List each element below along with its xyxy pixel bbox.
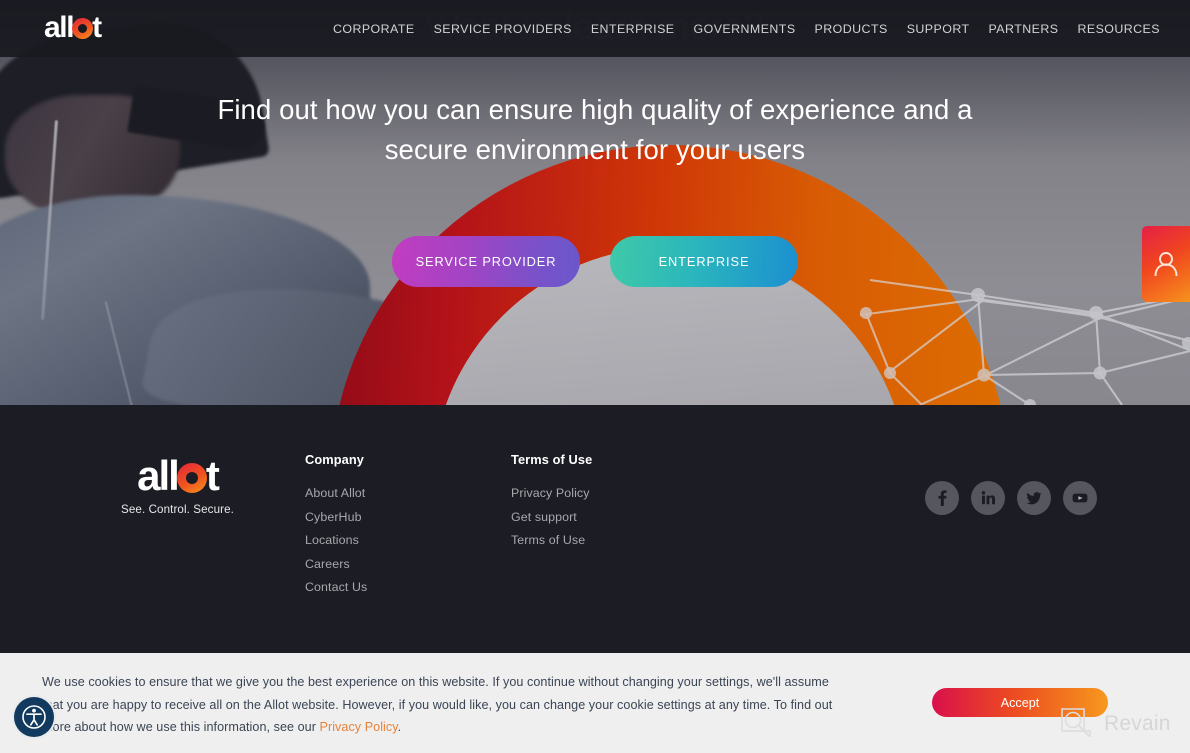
cookie-text-main: We use cookies to ensure that we give yo… bbox=[42, 675, 833, 735]
site-logo[interactable]: all t bbox=[44, 11, 102, 44]
site-logo-text: all t bbox=[44, 11, 102, 44]
footer-logo-part-post: t bbox=[205, 452, 220, 499]
nav-item-governments[interactable]: GOVERNMENTS bbox=[694, 22, 796, 36]
logo-o-mark bbox=[72, 18, 94, 39]
nav-item-enterprise[interactable]: ENTERPRISE bbox=[591, 22, 675, 36]
social-twitter-button[interactable] bbox=[1017, 481, 1051, 515]
social-linkedin-button[interactable] bbox=[971, 481, 1005, 515]
footer-social-links bbox=[925, 481, 1097, 515]
footer-link-privacy-policy[interactable]: Privacy Policy bbox=[511, 486, 592, 500]
main-menu: CORPORATE SERVICE PROVIDERS ENTERPRISE G… bbox=[333, 0, 1160, 57]
hero-section: Want to learn more? Find out how you can… bbox=[0, 0, 1190, 405]
twitter-icon bbox=[1026, 492, 1042, 505]
footer-logo-o-mark bbox=[176, 463, 207, 493]
nav-item-resources[interactable]: RESOURCES bbox=[1077, 22, 1160, 36]
footer-heading-terms-of-use: Terms of Use bbox=[511, 452, 593, 467]
nav-item-service-providers[interactable]: SERVICE PROVIDERS bbox=[434, 22, 572, 36]
footer-tagline: See. Control. Secure. bbox=[121, 503, 234, 516]
accessibility-icon bbox=[22, 705, 46, 729]
footer-logo-part-pre: all bbox=[137, 452, 180, 499]
footer-column-terms: Terms of Use Privacy Policy Get support … bbox=[511, 452, 592, 557]
footer-link-careers[interactable]: Careers bbox=[305, 557, 367, 571]
cookie-text-end: . bbox=[397, 720, 402, 735]
logo-part-post: t bbox=[92, 11, 102, 44]
footer-link-contact-us[interactable]: Contact Us bbox=[305, 580, 367, 594]
revain-watermark: Revain bbox=[1058, 705, 1171, 743]
revain-logo-icon bbox=[1061, 708, 1091, 737]
facebook-icon bbox=[938, 490, 947, 506]
site-footer: all t See. Control. Secure. Company About… bbox=[0, 405, 1190, 653]
social-youtube-button[interactable] bbox=[1063, 481, 1097, 515]
linkedin-icon bbox=[981, 491, 995, 505]
hero-cta-group: SERVICE PROVIDER ENTERPRISE bbox=[0, 236, 1190, 287]
logo-part-pre: all bbox=[44, 11, 75, 44]
contact-side-tab[interactable] bbox=[1142, 226, 1190, 302]
footer-link-terms-of-use[interactable]: Terms of Use bbox=[511, 533, 592, 547]
cookie-privacy-policy-link[interactable]: Privacy Policy bbox=[320, 720, 398, 734]
footer-heading-company: Company bbox=[305, 452, 365, 467]
footer-link-get-support[interactable]: Get support bbox=[511, 510, 592, 524]
hero-copy: Find out how you can ensure high quality… bbox=[0, 90, 1190, 170]
user-icon bbox=[1154, 252, 1178, 277]
hero-title: Find out how you can ensure high quality… bbox=[217, 94, 973, 165]
footer-link-about-allot[interactable]: About Allot bbox=[305, 486, 367, 500]
enterprise-button[interactable]: ENTERPRISE bbox=[610, 236, 798, 287]
footer-link-cyberhub[interactable]: CyberHub bbox=[305, 510, 367, 524]
footer-logo[interactable]: all t See. Control. Secure. bbox=[120, 455, 235, 517]
footer-link-locations[interactable]: Locations bbox=[305, 533, 367, 547]
social-facebook-button[interactable] bbox=[925, 481, 959, 515]
cookie-consent-text: We use cookies to ensure that we give yo… bbox=[42, 671, 842, 739]
top-navigation-bar: all t CORPORATE SERVICE PROVIDERS ENTERPR… bbox=[0, 0, 1190, 57]
nav-item-partners[interactable]: PARTNERS bbox=[989, 22, 1059, 36]
nav-item-corporate[interactable]: CORPORATE bbox=[333, 22, 415, 36]
nav-item-support[interactable]: SUPPORT bbox=[907, 22, 970, 36]
footer-logo-text: all t bbox=[120, 455, 235, 497]
page-root: Want to learn more? Find out how you can… bbox=[0, 0, 1190, 753]
service-provider-button[interactable]: SERVICE PROVIDER bbox=[392, 236, 580, 287]
accessibility-widget-button[interactable] bbox=[14, 697, 54, 737]
revain-watermark-label: Revain bbox=[1104, 712, 1171, 735]
youtube-icon bbox=[1072, 493, 1088, 503]
footer-column-company: Company About Allot CyberHub Locations C… bbox=[305, 452, 367, 604]
nav-item-products[interactable]: PRODUCTS bbox=[815, 22, 888, 36]
